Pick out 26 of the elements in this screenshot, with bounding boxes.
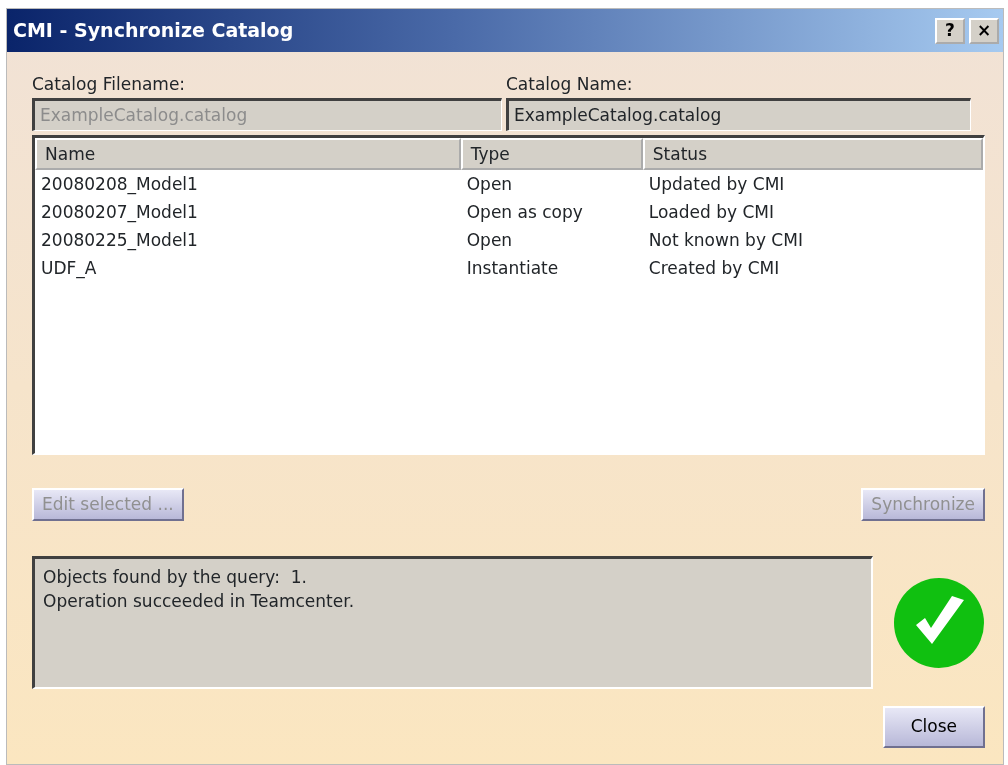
table-cell-text: Created by CMI — [647, 256, 781, 280]
table-cell-text: Open — [465, 172, 514, 196]
column-header[interactable]: Status — [642, 137, 983, 170]
table-cell-text: Open — [465, 228, 514, 252]
table-cell-text: Loaded by CMI — [647, 200, 776, 224]
table-cell-text: 20080208_Model1 — [40, 172, 199, 197]
table-cell-text: Not known by CMI — [647, 228, 804, 252]
table-cell-text: Updated by CMI — [647, 172, 786, 196]
name-label: Catalog Name: — [506, 73, 634, 96]
close-button[interactable]: Close — [882, 706, 985, 748]
check-icon — [894, 577, 984, 668]
help-button[interactable]: ? — [935, 17, 965, 44]
message-line: Operation succeeded in Teamcenter. — [43, 590, 356, 613]
table-cell-text: UDF_A — [40, 256, 98, 281]
filename-label: Catalog Filename: — [32, 73, 187, 96]
table-cell-text: 20080225_Model1 — [40, 228, 199, 253]
table-cell-text: Instantiate — [465, 256, 560, 280]
message-line: Objects found by the query: 1. — [43, 566, 308, 589]
window-title: CMI - Synchronize Catalog — [13, 18, 294, 44]
column-header[interactable]: Type — [460, 137, 643, 170]
table-cell-text: Open as copy — [465, 200, 584, 224]
text-field[interactable]: ExampleCatalog.catalog — [506, 97, 971, 131]
close-button[interactable]: × — [969, 17, 999, 44]
column-header[interactable]: Name — [35, 137, 461, 170]
text-field: ExampleCatalog.catalog — [32, 97, 502, 131]
table-cell-text: 20080207_Model1 — [40, 200, 199, 225]
